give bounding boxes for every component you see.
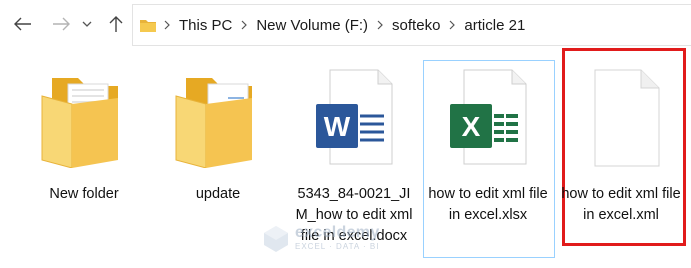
chevron-right-icon bbox=[443, 20, 461, 30]
folder-icon bbox=[140, 20, 156, 32]
back-button[interactable] bbox=[10, 11, 36, 37]
file-name: update bbox=[195, 186, 241, 202]
chevron-down-icon bbox=[82, 21, 92, 27]
folder-icon bbox=[41, 78, 118, 168]
word-document-icon: W bbox=[316, 69, 393, 165]
excel-workbook-icon: X bbox=[450, 69, 527, 165]
watermark-tagline: EXCEL · DATA · BI bbox=[295, 242, 380, 251]
svg-text:X: X bbox=[462, 111, 481, 142]
navigation-bar: This PC New Volume (F:) softeko article … bbox=[0, 0, 691, 48]
breadcrumb-softeko[interactable]: softeko bbox=[389, 17, 443, 34]
breadcrumb-new-volume[interactable]: New Volume (F:) bbox=[253, 17, 371, 34]
chevron-right-icon bbox=[371, 20, 389, 30]
recent-locations-button[interactable] bbox=[78, 11, 96, 37]
arrow-left-icon bbox=[14, 17, 31, 31]
chevron-right-icon bbox=[158, 20, 176, 30]
forward-button[interactable] bbox=[48, 11, 74, 37]
file-item-xml[interactable]: how to edit xml file in excel.xml bbox=[561, 58, 681, 248]
chevron-right-icon bbox=[235, 20, 253, 30]
breadcrumb: This PC New Volume (F:) softeko article … bbox=[133, 5, 528, 45]
arrow-right-icon bbox=[53, 17, 70, 31]
breadcrumb-this-pc[interactable]: This PC bbox=[176, 17, 235, 34]
up-button[interactable] bbox=[103, 11, 129, 37]
svg-text:W: W bbox=[324, 111, 351, 142]
folder-icon bbox=[175, 78, 252, 168]
file-name: how to edit xml file in excel.xml bbox=[561, 186, 681, 223]
exceldemy-logo-icon bbox=[264, 226, 288, 252]
address-bar[interactable]: This PC New Volume (F:) softeko article … bbox=[132, 4, 691, 46]
file-name: how to edit xml file in excel.xlsx bbox=[428, 186, 548, 223]
breadcrumb-article-21[interactable]: article 21 bbox=[461, 17, 528, 34]
file-item-update[interactable]: update bbox=[158, 58, 278, 258]
watermark: exceldemy EXCEL · DATA · BI bbox=[261, 221, 411, 257]
file-item-xlsx[interactable]: X how to edit xml file in excel.xlsx bbox=[428, 58, 548, 248]
file-name: New folder bbox=[49, 186, 119, 202]
blank-file-icon bbox=[594, 69, 660, 167]
arrow-up-icon bbox=[109, 16, 123, 32]
watermark-name: exceldemy bbox=[295, 224, 380, 241]
file-item-new-folder[interactable]: New folder bbox=[24, 58, 144, 258]
